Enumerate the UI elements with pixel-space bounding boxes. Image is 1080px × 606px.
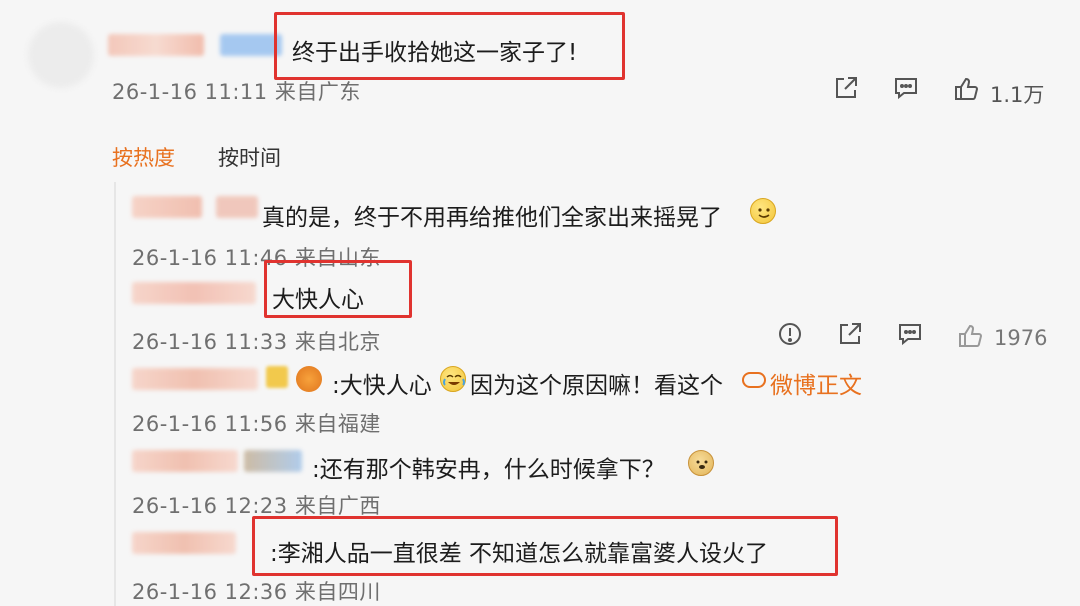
username-blurred[interactable]	[132, 532, 236, 554]
like-icon[interactable]	[952, 75, 980, 103]
link-icon	[742, 372, 766, 388]
comment-icon[interactable]	[892, 74, 920, 102]
reply-time: 26-1-16 11:56 来自福建	[132, 412, 381, 436]
reply-text: :还有那个韩安冉，什么时候拿下？	[312, 457, 665, 483]
like-icon[interactable]	[956, 322, 984, 350]
username-blurred[interactable]	[216, 196, 258, 218]
main-comment-text: 终于出手收拾她这一家子了!	[292, 40, 578, 66]
reply-text: :李湘人品一直很差 不知道怎么就靠富婆人设火了	[270, 541, 769, 567]
username-blurred[interactable]	[132, 450, 238, 472]
username-blurred[interactable]	[132, 282, 256, 304]
main-like-count: 1.1万	[990, 83, 1045, 107]
share-icon[interactable]	[836, 320, 864, 348]
reply-text-prefix: :大快人心	[332, 373, 432, 399]
main-comment-time: 26-1-16 11:11 来自广东	[112, 80, 361, 104]
reply-text: 真的是，终于不用再给推他们全家出来摇晃了	[262, 205, 722, 231]
reply-time: 26-1-16 12:36 来自四川	[132, 580, 381, 604]
username-blurred[interactable]	[132, 196, 202, 218]
tab-sort-time[interactable]: 按时间	[218, 142, 281, 172]
reply-like-count: 1976	[994, 326, 1048, 350]
doge-emoji-icon	[688, 450, 714, 476]
user-badge-blurred	[244, 450, 302, 472]
reply-text: 大快人心	[272, 287, 364, 313]
comment-icon[interactable]	[896, 320, 924, 348]
fan-badge-emoji-icon	[296, 366, 322, 392]
username-blurred[interactable]	[108, 34, 204, 56]
user-badge-blurred	[220, 34, 282, 56]
tab-sort-hot[interactable]: 按热度	[112, 142, 175, 172]
cry-laugh-emoji-icon	[440, 366, 466, 392]
share-icon[interactable]	[832, 74, 860, 102]
reply-thread-rail	[114, 182, 116, 606]
report-icon[interactable]	[776, 320, 804, 348]
reply-time: 26-1-16 11:33 来自北京	[132, 330, 381, 354]
avatar[interactable]	[28, 22, 94, 88]
user-badge-icon	[266, 366, 288, 388]
weibo-post-link[interactable]: 微博正文	[770, 366, 862, 400]
smile-emoji-icon	[750, 198, 776, 224]
reply-text-mid: 因为这个原因嘛！看这个	[470, 373, 723, 399]
username-blurred[interactable]	[132, 368, 258, 390]
